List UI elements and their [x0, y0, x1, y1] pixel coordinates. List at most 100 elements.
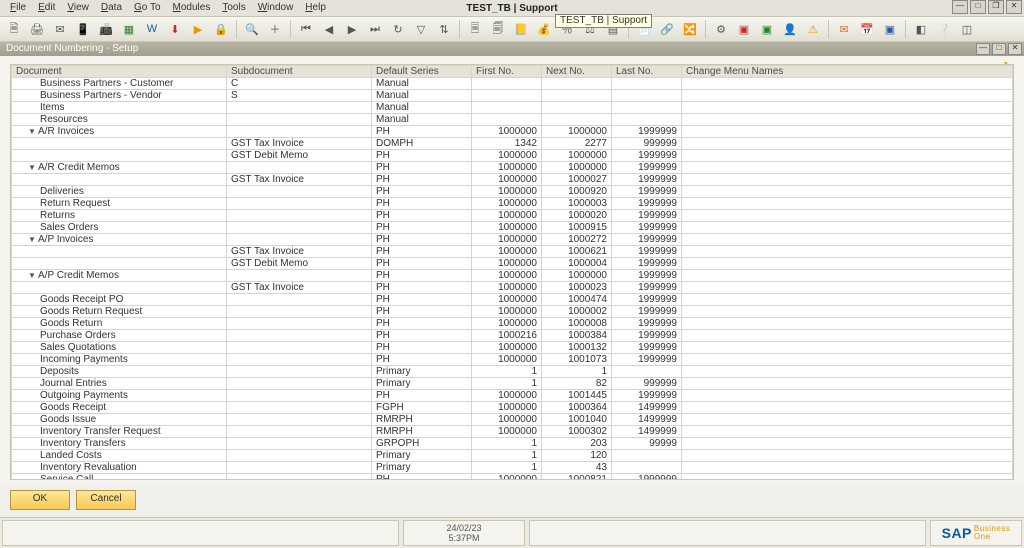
cell-first-no[interactable]: 1000000	[472, 270, 542, 282]
cell-next-no[interactable]: 1001040	[542, 414, 612, 426]
cell-next-no[interactable]: 1000920	[542, 186, 612, 198]
table-row[interactable]: Return RequestPH100000010000031999999	[12, 198, 1013, 210]
cell-first-no[interactable]: 1000000	[472, 162, 542, 174]
cell-subdocument[interactable]	[227, 450, 372, 462]
cell-document[interactable]: Inventory Transfer Request	[12, 426, 227, 438]
cell-change-menu[interactable]	[682, 414, 1013, 426]
cell-subdocument[interactable]	[227, 222, 372, 234]
table-row[interactable]: Business Partners - VendorSManual	[12, 90, 1013, 102]
cell-change-menu[interactable]	[682, 174, 1013, 186]
toolbar-link-icon[interactable]: 🔗	[657, 19, 677, 39]
cell-document[interactable]	[12, 150, 227, 162]
cell-next-no[interactable]: 2277	[542, 138, 612, 150]
toolbar-next-record-icon[interactable]: ▶	[342, 19, 362, 39]
table-row[interactable]: Goods Receipt POPH100000010004741999999	[12, 294, 1013, 306]
cell-document[interactable]: Business Partners - Vendor	[12, 90, 227, 102]
cell-change-menu[interactable]	[682, 198, 1013, 210]
cell-default-series[interactable]: GRPOPH	[372, 438, 472, 450]
cell-change-menu[interactable]	[682, 366, 1013, 378]
cell-subdocument[interactable]	[227, 462, 372, 474]
toolbar-relationship-map-icon[interactable]: 🔀	[680, 19, 700, 39]
cell-last-no[interactable]	[612, 102, 682, 114]
cell-document[interactable]: Purchase Orders	[12, 330, 227, 342]
toolbar-prev-record-icon[interactable]: ◀	[319, 19, 339, 39]
cell-last-no[interactable]: 1999999	[612, 294, 682, 306]
menu-help[interactable]: Help	[299, 0, 332, 16]
cell-default-series[interactable]: PH	[372, 354, 472, 366]
cell-document[interactable]: Service Call	[12, 474, 227, 481]
cell-subdocument[interactable]	[227, 114, 372, 126]
cell-next-no[interactable]: 1000132	[542, 342, 612, 354]
cancel-button[interactable]: Cancel	[76, 490, 136, 510]
cell-next-no[interactable]: 1001073	[542, 354, 612, 366]
subwindow-close-icon[interactable]: ✕	[1008, 43, 1022, 55]
toolbar-default-icon[interactable]: ◧	[911, 19, 931, 39]
cell-document[interactable]: Goods Return	[12, 318, 227, 330]
cell-subdocument[interactable]	[227, 270, 372, 282]
cell-default-series[interactable]: Primary	[372, 378, 472, 390]
cell-last-no[interactable]: 1499999	[612, 414, 682, 426]
cell-document[interactable]: Incoming Payments	[12, 354, 227, 366]
toolbar-first-record-icon[interactable]: ⏮	[296, 19, 316, 39]
cell-subdocument[interactable]: GST Tax Invoice	[227, 138, 372, 150]
cell-subdocument[interactable]: GST Tax Invoice	[227, 174, 372, 186]
toolbar-cockpit-icon[interactable]: ◫	[957, 19, 977, 39]
cell-default-series[interactable]: PH	[372, 474, 472, 481]
cell-last-no[interactable]: 99999	[612, 438, 682, 450]
table-row[interactable]: DepositsPrimary11	[12, 366, 1013, 378]
cell-next-no[interactable]	[542, 90, 612, 102]
cell-change-menu[interactable]	[682, 126, 1013, 138]
cell-document[interactable]: Return Request	[12, 198, 227, 210]
toolbar-query-manager-icon[interactable]: ▣	[757, 19, 777, 39]
cell-last-no[interactable]: 1999999	[612, 126, 682, 138]
cell-subdocument[interactable]	[227, 474, 372, 481]
cell-document[interactable]: Inventory Transfers	[12, 438, 227, 450]
cell-default-series[interactable]: PH	[372, 234, 472, 246]
cell-last-no[interactable]: 1999999	[612, 234, 682, 246]
cell-first-no[interactable]: 1	[472, 450, 542, 462]
subwindow-minimize-icon[interactable]: —	[976, 43, 990, 55]
table-row[interactable]: DeliveriesPH100000010009201999999	[12, 186, 1013, 198]
toolbar-journal-icon[interactable]: 📒	[511, 19, 531, 39]
header-last-no[interactable]: Last No.	[612, 66, 682, 78]
cell-default-series[interactable]: DOMPH	[372, 138, 472, 150]
cell-change-menu[interactable]	[682, 222, 1013, 234]
cell-change-menu[interactable]	[682, 150, 1013, 162]
cell-last-no[interactable]: 1999999	[612, 390, 682, 402]
toolbar-last-record-icon[interactable]: ⏭	[365, 19, 385, 39]
cell-subdocument[interactable]	[227, 234, 372, 246]
cell-document[interactable]	[12, 138, 227, 150]
cell-change-menu[interactable]	[682, 462, 1013, 474]
cell-default-series[interactable]: Manual	[372, 102, 472, 114]
cell-document[interactable]: Goods Receipt PO	[12, 294, 227, 306]
table-row[interactable]: Goods IssueRMRPH100000010010401499999	[12, 414, 1013, 426]
menu-edit[interactable]: Edit	[32, 0, 61, 16]
table-row[interactable]: Inventory RevaluationPrimary143	[12, 462, 1013, 474]
cell-first-no[interactable]: 1000000	[472, 186, 542, 198]
cell-subdocument[interactable]	[227, 438, 372, 450]
cell-first-no[interactable]: 1000000	[472, 210, 542, 222]
cell-document[interactable]: Items	[12, 102, 227, 114]
table-row[interactable]: ▼A/R Credit MemosPH100000010000001999999	[12, 162, 1013, 174]
header-change-menu[interactable]: Change Menu Names	[682, 66, 1013, 78]
cell-default-series[interactable]: Manual	[372, 78, 472, 90]
cell-change-menu[interactable]	[682, 210, 1013, 222]
toolbar-export-word-icon[interactable]: W	[142, 19, 162, 39]
cell-document[interactable]: Returns	[12, 210, 227, 222]
toolbar-volume-weight-icon[interactable]: ⚖	[580, 19, 600, 39]
table-row[interactable]: ▼A/P Credit MemosPH100000010000001999999	[12, 270, 1013, 282]
cell-default-series[interactable]: PH	[372, 270, 472, 282]
cell-last-no[interactable]: 1999999	[612, 222, 682, 234]
cell-change-menu[interactable]	[682, 102, 1013, 114]
cell-default-series[interactable]: RMRPH	[372, 426, 472, 438]
cell-default-series[interactable]: PH	[372, 186, 472, 198]
cell-last-no[interactable]: 1999999	[612, 174, 682, 186]
toolbar-launch-icon[interactable]: ▶	[188, 19, 208, 39]
cell-next-no[interactable]: 1000000	[542, 150, 612, 162]
cell-document[interactable]: Deliveries	[12, 186, 227, 198]
cell-document[interactable]: Sales Quotations	[12, 342, 227, 354]
cell-next-no[interactable]: 1000020	[542, 210, 612, 222]
cell-last-no[interactable]: 1999999	[612, 210, 682, 222]
cell-first-no[interactable]: 1000000	[472, 258, 542, 270]
table-row[interactable]: Incoming PaymentsPH100000010010731999999	[12, 354, 1013, 366]
